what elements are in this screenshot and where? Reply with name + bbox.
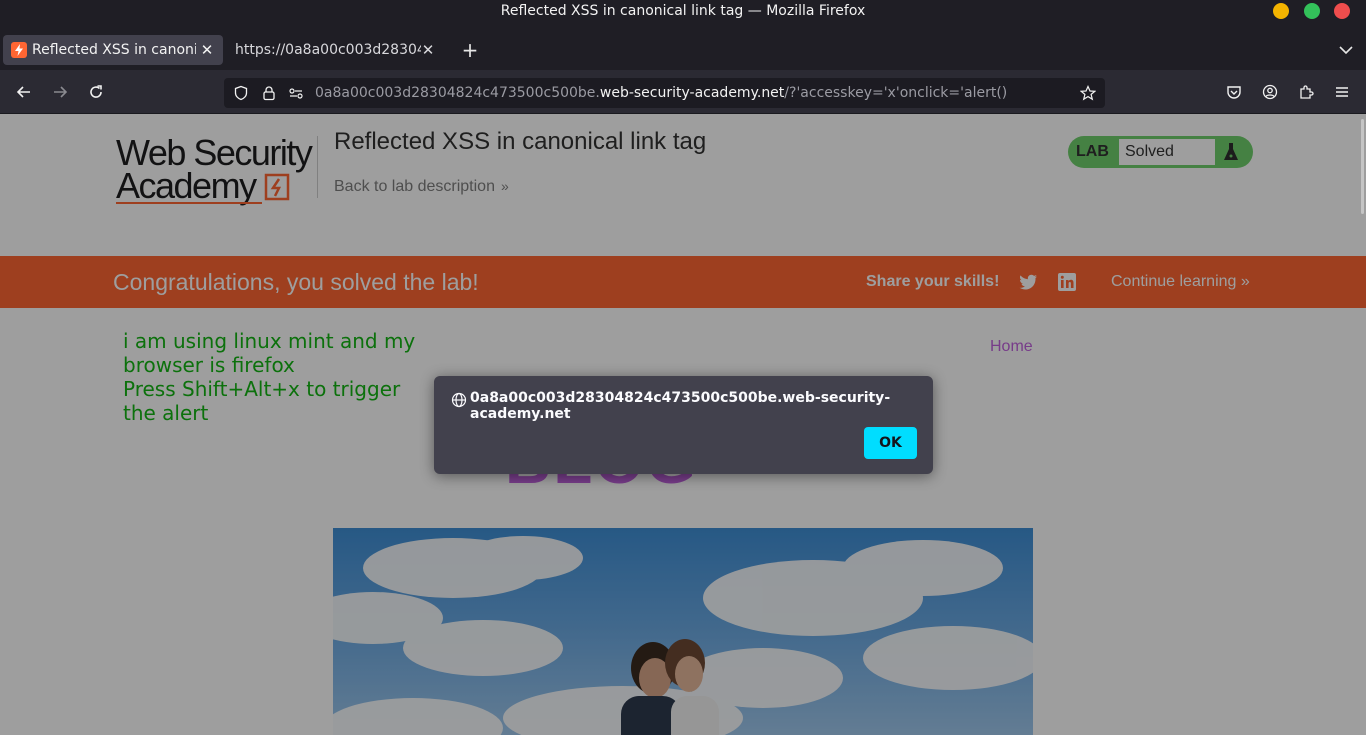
hamburger-menu-icon [1336,87,1348,97]
close-window-button[interactable] [1334,3,1350,19]
reload-icon [90,85,102,98]
page-content: Web Security Academy Reflected XSS in ca… [0,114,1366,735]
url-bar[interactable]: 0a8a00c003d28304824c473500c500be.web-sec… [224,78,1105,108]
chevron-down-icon [1339,46,1353,55]
lock-icon[interactable] [261,85,277,101]
pocket-button[interactable] [1220,78,1248,106]
alert-dialog: 0a8a00c003d28304824c473500c500be.web-sec… [434,376,933,474]
navigation-toolbar: 0a8a00c003d28304824c473500c500be.web-sec… [0,70,1366,114]
url-domain: web-security-academy.net [599,85,785,101]
back-button[interactable] [10,78,38,106]
tab-label: https://0a8a00c003d28304824c473500c500be… [235,42,421,58]
url-prefix: 0a8a00c003d28304824c473500c500be. [315,85,600,101]
forward-button[interactable] [46,78,74,106]
lightning-favicon-icon [11,42,27,58]
arrow-right-icon [54,86,68,98]
close-tab-icon[interactable]: ✕ [420,35,436,65]
minimize-button[interactable] [1273,3,1289,19]
arrow-left-icon [16,86,30,98]
url-path: /?'accesskey='x'onclick='alert() [784,85,1008,101]
star-icon[interactable] [1079,85,1097,101]
shield-icon[interactable] [233,85,249,101]
window-titlebar: Reflected XSS in canonical link tag — Mo… [0,0,1366,30]
tab-lab-url[interactable]: https://0a8a00c003d28304824c473500c500be… [226,35,444,65]
pocket-icon [1227,86,1241,99]
tab-strip: Reflected XSS in canonical link tag ✕ ht… [0,30,1366,70]
maximize-button[interactable] [1304,3,1320,19]
page-scrollbar[interactable] [1361,119,1364,214]
tab-label: Reflected XSS in canonical link tag [32,42,196,58]
globe-icon [451,392,467,408]
close-tab-icon[interactable]: ✕ [199,35,215,65]
list-all-tabs-button[interactable] [1335,35,1357,65]
tab-reflected-xss[interactable]: Reflected XSS in canonical link tag ✕ [3,35,223,65]
alert-origin: 0a8a00c003d28304824c473500c500be.web-sec… [470,390,891,422]
account-icon [1262,84,1278,100]
url-text[interactable]: 0a8a00c003d28304824c473500c500be.web-sec… [315,78,1007,108]
puzzle-icon [1300,85,1314,99]
new-tab-button[interactable]: + [458,35,482,65]
app-menu-button[interactable] [1328,78,1356,106]
extensions-button[interactable] [1292,78,1320,106]
account-button[interactable] [1256,78,1284,106]
ok-button[interactable]: OK [864,427,917,459]
reload-button[interactable] [82,78,110,106]
permissions-icon[interactable] [288,85,304,101]
window-title: Reflected XSS in canonical link tag — Mo… [500,3,866,19]
